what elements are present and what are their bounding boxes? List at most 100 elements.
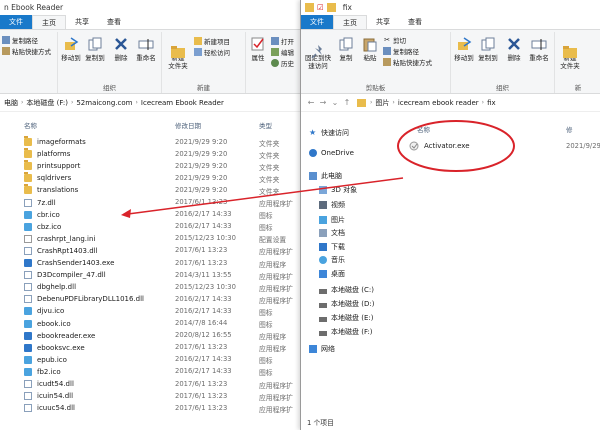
file-date: 2016/2/17 14:33: [175, 210, 232, 219]
file-row[interactable]: epub.ico: [24, 354, 67, 366]
tab-share[interactable]: 共享: [367, 15, 399, 29]
nav-item[interactable]: 本地磁盘 (D:): [319, 299, 374, 309]
nav-item[interactable]: OneDrive: [309, 149, 354, 157]
file-name: icuuc54.dll: [37, 404, 75, 413]
file-row[interactable]: icuin54.dll: [24, 390, 73, 402]
column-header-name[interactable]: 名称: [24, 118, 37, 131]
tab-file[interactable]: 文件: [301, 15, 333, 29]
file-row[interactable]: ebooksvc.exe: [24, 342, 85, 354]
file-row[interactable]: icuuc54.dll: [24, 402, 75, 414]
breadcrumb-drive-f[interactable]: 本地磁盘 (F:): [26, 98, 68, 108]
rename-button[interactable]: 重命名: [134, 36, 158, 62]
file-row[interactable]: translations: [24, 184, 78, 196]
edit-button[interactable]: 编辑: [271, 47, 294, 57]
copy-button[interactable]: 复制: [335, 36, 357, 62]
new-item-button[interactable]: 新建项目: [194, 36, 230, 46]
file-row[interactable]: CrashSender1403.exe: [24, 257, 114, 269]
nav-item[interactable]: 下载: [319, 242, 345, 252]
nav-item[interactable]: ★ 快速访问: [309, 128, 349, 138]
column-header-type[interactable]: 类型: [259, 118, 272, 131]
file-row[interactable]: imageformats: [24, 136, 86, 148]
delete-button[interactable]: 删除: [110, 36, 132, 62]
copy-path-button[interactable]: 复制路径: [2, 35, 38, 45]
breadcrumb-separator-icon: ›: [135, 99, 138, 106]
address-bar[interactable]: ← → ⌄ ↑ › 图片 › icecream ebook reader › f…: [301, 94, 600, 112]
column-header-date[interactable]: 修: [566, 122, 573, 135]
tab-view[interactable]: 查看: [98, 15, 130, 29]
folder-icon: [24, 172, 32, 183]
delete-button[interactable]: 删除: [503, 36, 525, 62]
pin-quick-access-button[interactable]: 固定到快 速访问: [303, 36, 333, 70]
file-row[interactable]: sqldrivers: [24, 172, 71, 184]
file-row[interactable]: platforms: [24, 148, 70, 160]
dll-file-icon: [24, 283, 32, 292]
nav-item[interactable]: 此电脑: [309, 171, 342, 181]
file-row[interactable]: crashrpt_lang.ini: [24, 233, 95, 245]
drive-icon: [319, 330, 327, 336]
column-header-name[interactable]: 名称: [417, 122, 430, 135]
forward-arrow-icon[interactable]: →: [317, 98, 329, 107]
breadcrumb-fix[interactable]: fix: [487, 99, 496, 107]
file-type: 应用程序扩: [259, 200, 293, 208]
nav-item-label: 视频: [331, 201, 345, 209]
tab-home[interactable]: 主页: [32, 15, 66, 29]
file-name: printsupport: [37, 162, 81, 171]
new-folder-button[interactable]: 新建 文件夹: [557, 36, 583, 70]
nav-item[interactable]: 网络: [309, 344, 335, 354]
properties-button[interactable]: 属性: [248, 36, 268, 62]
file-row[interactable]: cbr.ico: [24, 209, 60, 221]
nav-item[interactable]: 音乐: [319, 255, 345, 265]
easy-access-button[interactable]: 轻松访问: [194, 47, 230, 57]
new-folder-button[interactable]: 新建 文件夹: [165, 36, 191, 70]
move-to-icon: [63, 36, 79, 52]
paste-button[interactable]: 粘贴: [359, 36, 381, 62]
file-row[interactable]: printsupport: [24, 160, 80, 172]
file-date: 2021/9/29 9:20: [175, 173, 228, 182]
file-row[interactable]: 7z.dll: [24, 197, 56, 209]
file-row[interactable]: CrashRpt1403.dll: [24, 245, 98, 257]
nav-item[interactable]: 本地磁盘 (F:): [319, 327, 373, 337]
breadcrumb-site[interactable]: 52maicong.com: [76, 99, 132, 107]
nav-item[interactable]: 图片: [319, 215, 345, 225]
rename-button[interactable]: 重命名: [527, 36, 551, 62]
tab-home[interactable]: 主页: [333, 15, 367, 29]
file-row[interactable]: icudt54.dll: [24, 378, 74, 390]
address-bar[interactable]: 电脑 › 本地磁盘 (F:) › 52maicong.com › Icecrea…: [0, 94, 301, 112]
history-chevron-icon[interactable]: ⌄: [329, 98, 341, 107]
history-button[interactable]: 历史: [271, 58, 294, 68]
file-row[interactable]: cbz.ico: [24, 221, 61, 233]
paste-shortcut-button[interactable]: 粘贴快捷方式: [383, 57, 432, 67]
nav-item[interactable]: 视频: [319, 200, 345, 210]
nav-item[interactable]: 本地磁盘 (C:): [319, 285, 374, 295]
paste-shortcut-button[interactable]: 粘贴快捷方式: [2, 46, 51, 56]
back-arrow-icon[interactable]: ←: [305, 98, 317, 107]
copy-path-button[interactable]: 复制路径: [383, 46, 419, 56]
nav-item[interactable]: 3D 对象: [319, 185, 357, 195]
file-row[interactable]: DebenuPDFLibraryDLL1016.dll: [24, 293, 144, 305]
breadcrumb-icecream[interactable]: icecream ebook reader: [398, 99, 479, 107]
file-row[interactable]: ebookreader.exe: [24, 330, 95, 342]
file-row[interactable]: ebook.ico: [24, 318, 71, 330]
move-to-button[interactable]: 移动到: [60, 36, 82, 62]
nav-item[interactable]: 文档: [319, 228, 345, 238]
tab-share[interactable]: 共享: [66, 15, 98, 29]
breadcrumb-pc[interactable]: 电脑: [4, 98, 18, 108]
list-item-activator[interactable]: Activator.exe: [409, 140, 470, 152]
copy-to-button[interactable]: 复制到: [477, 36, 499, 62]
up-arrow-icon[interactable]: ↑: [341, 98, 353, 107]
tab-view[interactable]: 查看: [399, 15, 431, 29]
file-row[interactable]: dbghelp.dll: [24, 281, 76, 293]
copy-to-button[interactable]: 复制到: [84, 36, 106, 62]
column-header-date[interactable]: 修改日期: [175, 118, 201, 131]
cut-button[interactable]: ✂ 剪切: [383, 35, 406, 45]
breadcrumb-ebook-reader[interactable]: Icecream Ebook Reader: [141, 99, 224, 107]
file-row[interactable]: fb2.ico: [24, 366, 61, 378]
file-row[interactable]: djvu.ico: [24, 305, 64, 317]
tab-file[interactable]: 文件: [0, 15, 32, 29]
nav-item[interactable]: 本地磁盘 (E:): [319, 313, 373, 323]
open-button[interactable]: 打开: [271, 36, 294, 46]
file-row[interactable]: D3Dcompiler_47.dll: [24, 269, 106, 281]
nav-item[interactable]: 桌面: [319, 269, 345, 279]
move-to-button[interactable]: 移动到: [453, 36, 475, 62]
breadcrumb-pictures[interactable]: 图片: [375, 98, 389, 108]
